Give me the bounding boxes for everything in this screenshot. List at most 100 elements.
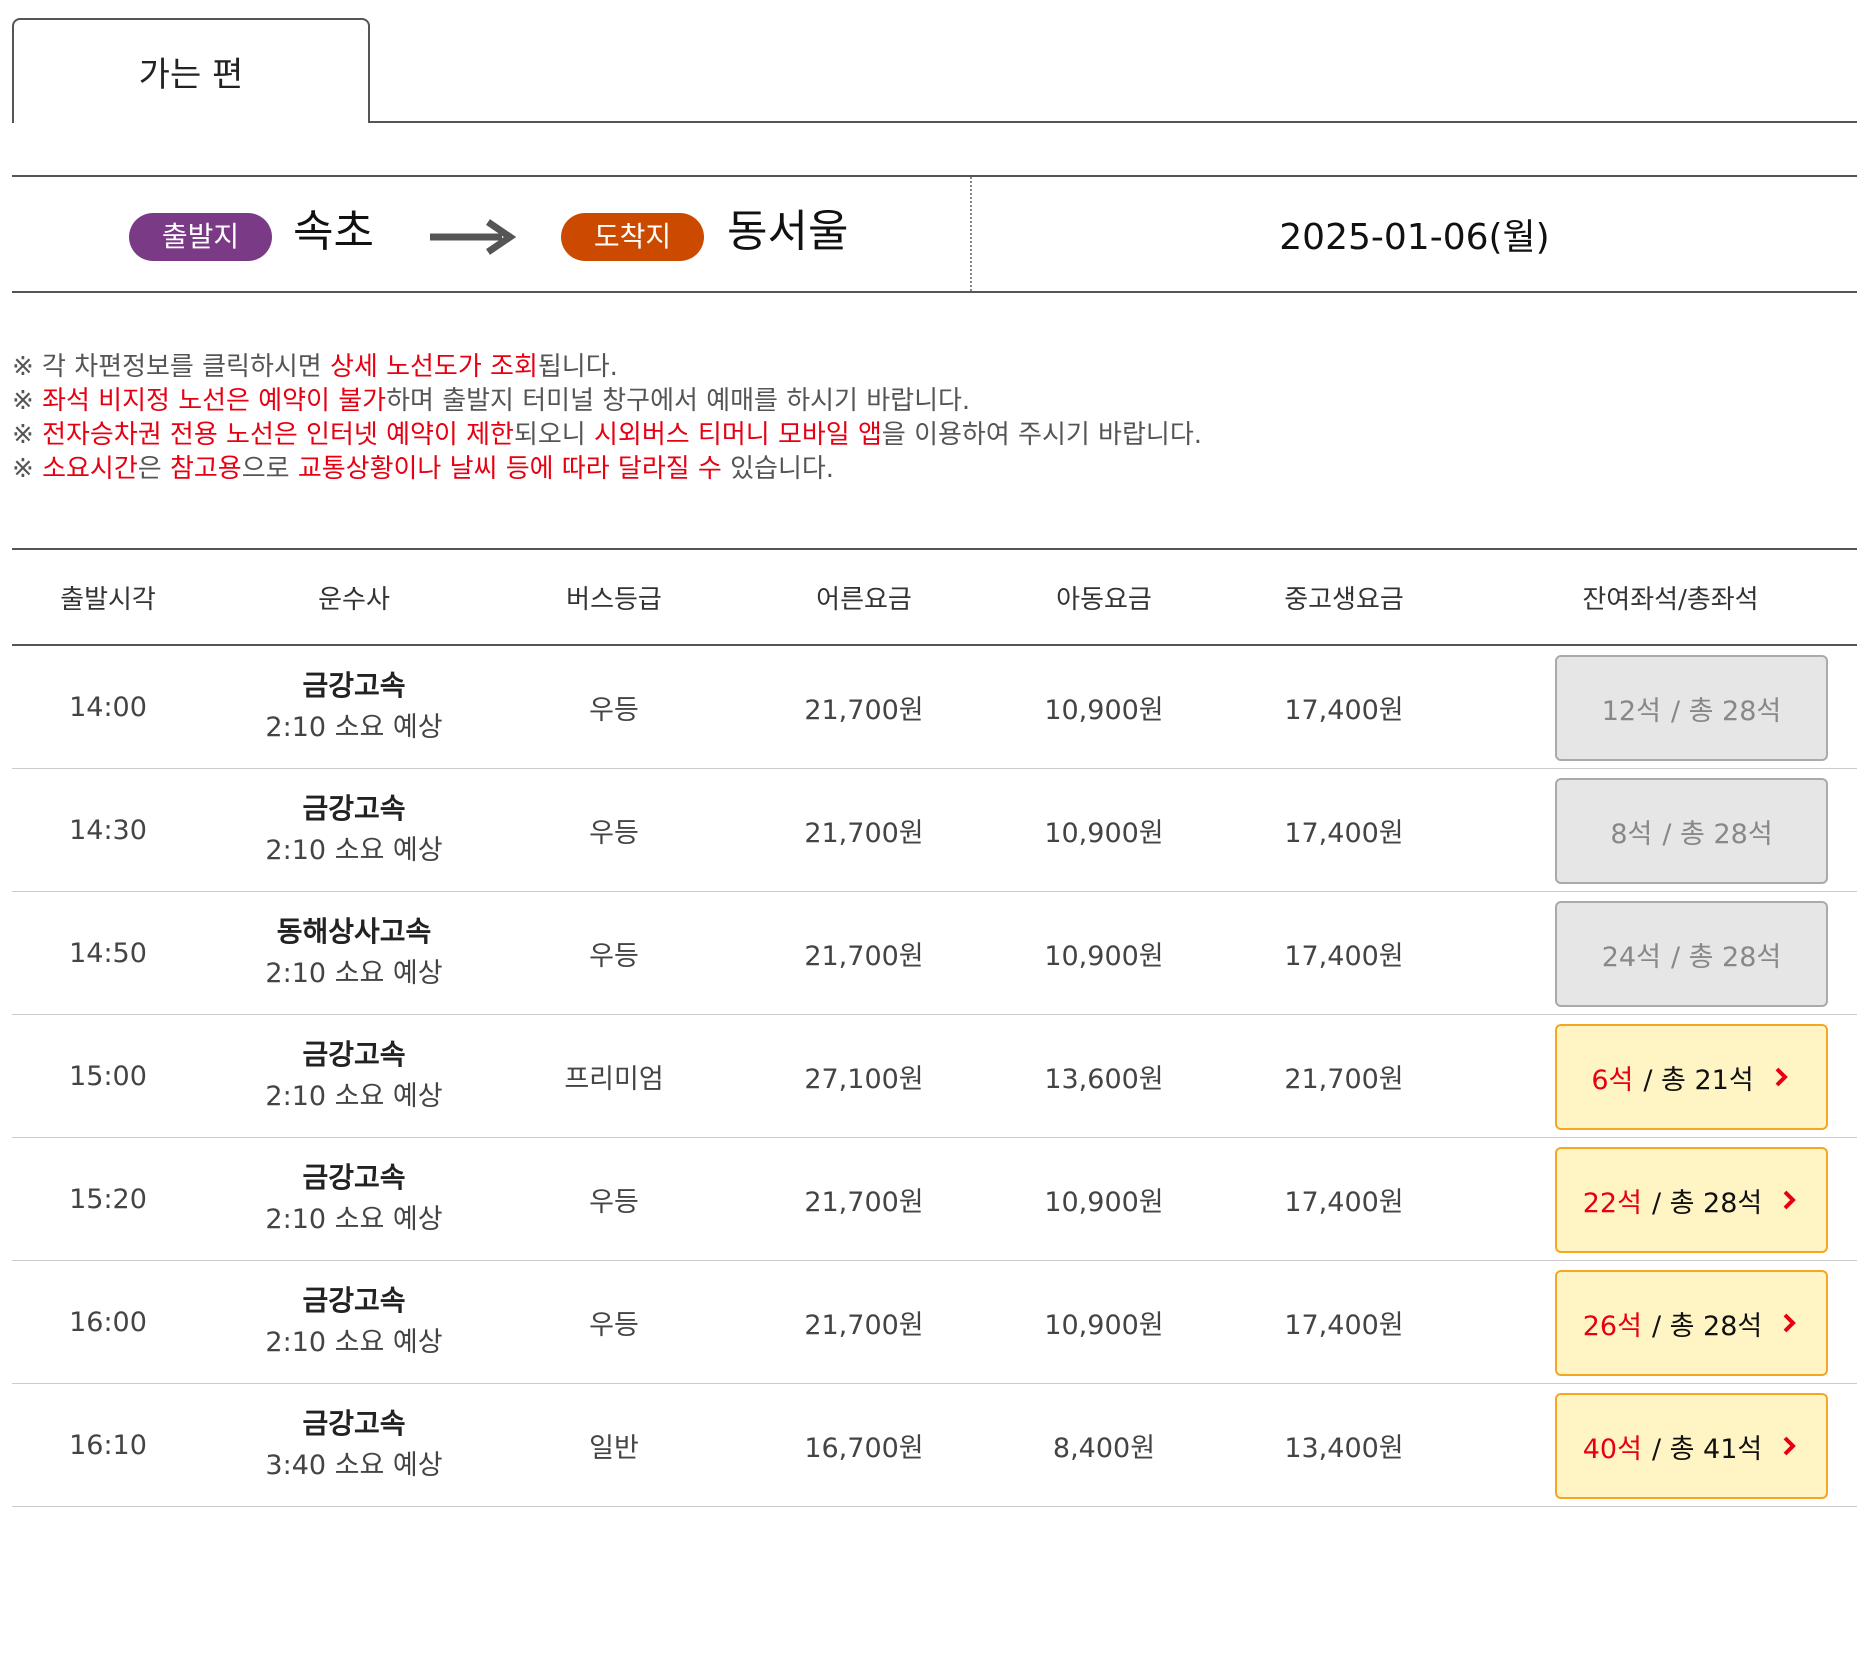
- company-name: 금강고속: [302, 669, 406, 702]
- adult-fare: 21,700원: [804, 940, 924, 972]
- departure-time: 14:00: [69, 691, 147, 723]
- remaining-seats: 24석: [1601, 941, 1661, 973]
- estimated-duration: 2:10 소요 예상: [265, 1204, 443, 1235]
- notice-line: ※ 소요시간은 참고용으로 교통상황이나 날씨 등에 따라 달라질 수 있습니다…: [12, 452, 1812, 486]
- remaining-seats: 8석: [1610, 818, 1653, 850]
- company-cell: 금강고속 2:10 소요 예상: [204, 769, 504, 891]
- table-row[interactable]: 15:00 금강고속 2:10 소요 예상 프리미엄 27,100원 13,600원 21,…: [12, 1015, 1857, 1138]
- table-row[interactable]: 14:00 금강고속 2:10 소요 예상 우등 21,700원 10,900원 17,40…: [12, 646, 1857, 769]
- total-seats: / 총 28석: [1651, 1187, 1763, 1219]
- remaining-seats: 6석: [1591, 1064, 1634, 1096]
- adult-fare: 27,100원: [804, 1063, 924, 1095]
- company-name: 금강고속: [302, 1407, 406, 1440]
- tab-outbound[interactable]: 가는 편: [12, 18, 370, 123]
- child-fare: 10,900원: [1044, 1309, 1164, 1341]
- notice-text: 은: [137, 454, 170, 484]
- estimated-duration: 2:10 소요 예상: [265, 712, 443, 743]
- chevron-right-icon: [1775, 1067, 1788, 1087]
- seat-select-button[interactable]: 40석 / 총 41석: [1555, 1393, 1828, 1499]
- teen-fare: 17,400원: [1284, 817, 1404, 849]
- estimated-duration: 3:40 소요 예상: [265, 1450, 443, 1481]
- departure-time: 14:50: [69, 937, 147, 969]
- departure-time: 16:00: [69, 1306, 147, 1338]
- estimated-duration: 2:10 소요 예상: [265, 958, 443, 989]
- notice-line: ※ 각 차편정보를 클릭하시면 상세 노선도가 조회됩니다.: [12, 350, 1812, 384]
- notice-line: ※ 전자승차권 전용 노선은 인터넷 예약이 제한되오니 시외버스 티머니 모바…: [12, 418, 1812, 452]
- company-cell: 금강고속 3:40 소요 예상: [204, 1384, 504, 1506]
- notice-text: 됩니다.: [537, 352, 618, 382]
- child-fare: 10,900원: [1044, 1186, 1164, 1218]
- table-row[interactable]: 15:20 금강고속 2:10 소요 예상 우등 21,700원 10,900원 17,40…: [12, 1138, 1857, 1261]
- long-right-arrow-icon: [430, 219, 517, 255]
- departure-time: 16:10: [69, 1429, 147, 1461]
- notice-highlight: 상세 노선도가 조회: [329, 352, 538, 382]
- company-cell: 금강고속 2:10 소요 예상: [204, 1261, 504, 1383]
- child-fare: 10,900원: [1044, 940, 1164, 972]
- departure-time: 14:30: [69, 814, 147, 846]
- total-seats: / 총 28석: [1651, 1310, 1763, 1342]
- company-name: 금강고속: [302, 792, 406, 825]
- company-cell: 금강고속 2:10 소요 예상: [204, 1015, 504, 1137]
- notice-text: ※: [12, 386, 43, 416]
- child-fare: 8,400원: [1052, 1432, 1156, 1464]
- adult-fare: 21,700원: [804, 1309, 924, 1341]
- route-cities: 출발지 속초 도착지 동서울: [12, 177, 972, 291]
- notice-text: ※: [12, 454, 43, 484]
- child-fare: 10,900원: [1044, 817, 1164, 849]
- company-name: 금강고속: [302, 1161, 406, 1194]
- departure-city: 속초: [293, 206, 374, 257]
- company-name: 금강고속: [302, 1284, 406, 1317]
- schedule-table-header: 출발시각 운수사 버스등급 어른요금 아동요금 중고생요금 잔여좌석/총좌석: [12, 548, 1857, 646]
- total-seats: / 총 41석: [1651, 1433, 1763, 1465]
- total-seats: / 총 21석: [1643, 1064, 1754, 1096]
- seat-select-button[interactable]: 22석 / 총 28석: [1555, 1147, 1828, 1253]
- remaining-seats: 22석: [1582, 1187, 1642, 1219]
- table-row[interactable]: 14:50 동해상사고속 2:10 소요 예상 우등 21,700원 10,900원 17,…: [12, 892, 1857, 1015]
- bus-grade: 우등: [589, 817, 639, 849]
- seat-select-button[interactable]: 6석 / 총 21석: [1555, 1024, 1828, 1130]
- table-row[interactable]: 16:00 금강고속 2:10 소요 예상 우등 21,700원 10,900원 17,40…: [12, 1261, 1857, 1384]
- table-row[interactable]: 16:10 금강고속 3:40 소요 예상 일반 16,700원 8,400원 13,400…: [12, 1384, 1857, 1507]
- notice-highlight: 시외버스 티머니 모바일 앱: [593, 420, 882, 450]
- seat-select-button[interactable]: 8석 / 총 28석: [1555, 778, 1828, 884]
- notice-text: ※: [12, 420, 43, 450]
- notice-highlight: 좌석 비지정 노선은 예약이 불가: [42, 386, 387, 416]
- adult-fare: 21,700원: [804, 1186, 924, 1218]
- child-fare: 10,900원: [1044, 694, 1164, 726]
- adult-fare: 16,700원: [804, 1432, 924, 1464]
- arrival-badge: 도착지: [561, 213, 704, 261]
- header-company: 운수사: [318, 584, 390, 615]
- remaining-seats: 26석: [1582, 1310, 1642, 1342]
- notice-text: 으로: [241, 454, 298, 484]
- notice-highlight: 전자승차권 전용 노선은 인터넷 예약이 제한: [42, 420, 514, 450]
- notice-text: 되오니: [513, 420, 594, 450]
- estimated-duration: 2:10 소요 예상: [265, 1327, 443, 1358]
- notice-text: 을 이용하여 주시기 바랍니다.: [881, 420, 1203, 450]
- remaining-seats: 12석: [1601, 695, 1661, 727]
- seat-select-button[interactable]: 12석 / 총 28석: [1555, 655, 1828, 761]
- header-seats: 잔여좌석/총좌석: [1582, 584, 1759, 615]
- bus-grade: 우등: [589, 1186, 639, 1218]
- company-name: 금강고속: [302, 1038, 406, 1071]
- total-seats: / 총 28석: [1662, 818, 1773, 850]
- seat-select-button[interactable]: 24석 / 총 28석: [1555, 901, 1828, 1007]
- bus-grade: 우등: [589, 1309, 639, 1341]
- arrival-city: 동서울: [727, 206, 849, 257]
- notice-highlight: 소요시간: [42, 454, 138, 484]
- seat-select-button[interactable]: 26석 / 총 28석: [1555, 1270, 1828, 1376]
- bus-grade: 우등: [589, 940, 639, 972]
- company-cell: 금강고속 2:10 소요 예상: [204, 646, 504, 768]
- header-teen-fare: 중고생요금: [1284, 584, 1404, 615]
- notice-highlight: 참고용: [169, 454, 242, 484]
- notice-highlight: 교통상황이나 날씨 등에 따라 달라질 수: [297, 454, 722, 484]
- direction-tab-bar: 가는 편: [12, 18, 1857, 123]
- departure-time: 15:00: [69, 1060, 147, 1092]
- chevron-right-icon: [1783, 1190, 1797, 1210]
- total-seats: / 총 28석: [1670, 941, 1782, 973]
- total-seats: / 총 28석: [1670, 695, 1782, 727]
- table-row[interactable]: 14:30 금강고속 2:10 소요 예상 우등 21,700원 10,900원 17,40…: [12, 769, 1857, 892]
- bus-grade: 일반: [589, 1432, 639, 1464]
- teen-fare: 17,400원: [1284, 1309, 1404, 1341]
- teen-fare: 17,400원: [1284, 1186, 1404, 1218]
- remaining-seats: 40석: [1582, 1433, 1642, 1465]
